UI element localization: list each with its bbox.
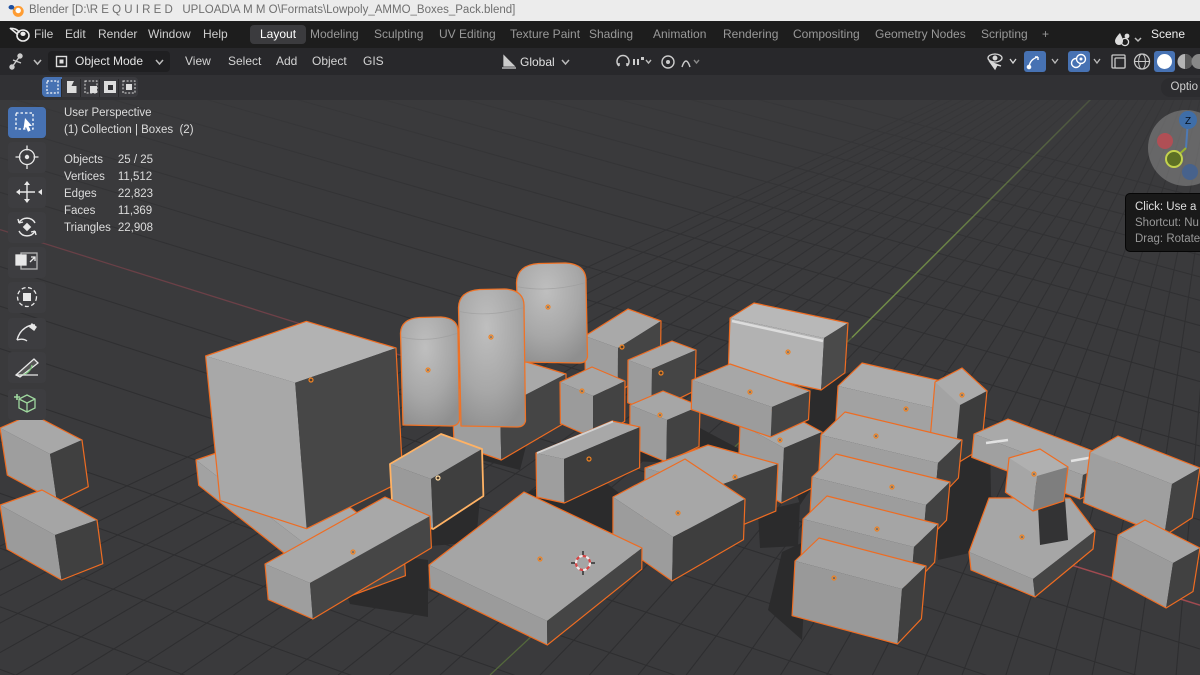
svg-text:Z: Z (1185, 116, 1191, 127)
svg-text:Global: Global (520, 55, 555, 69)
